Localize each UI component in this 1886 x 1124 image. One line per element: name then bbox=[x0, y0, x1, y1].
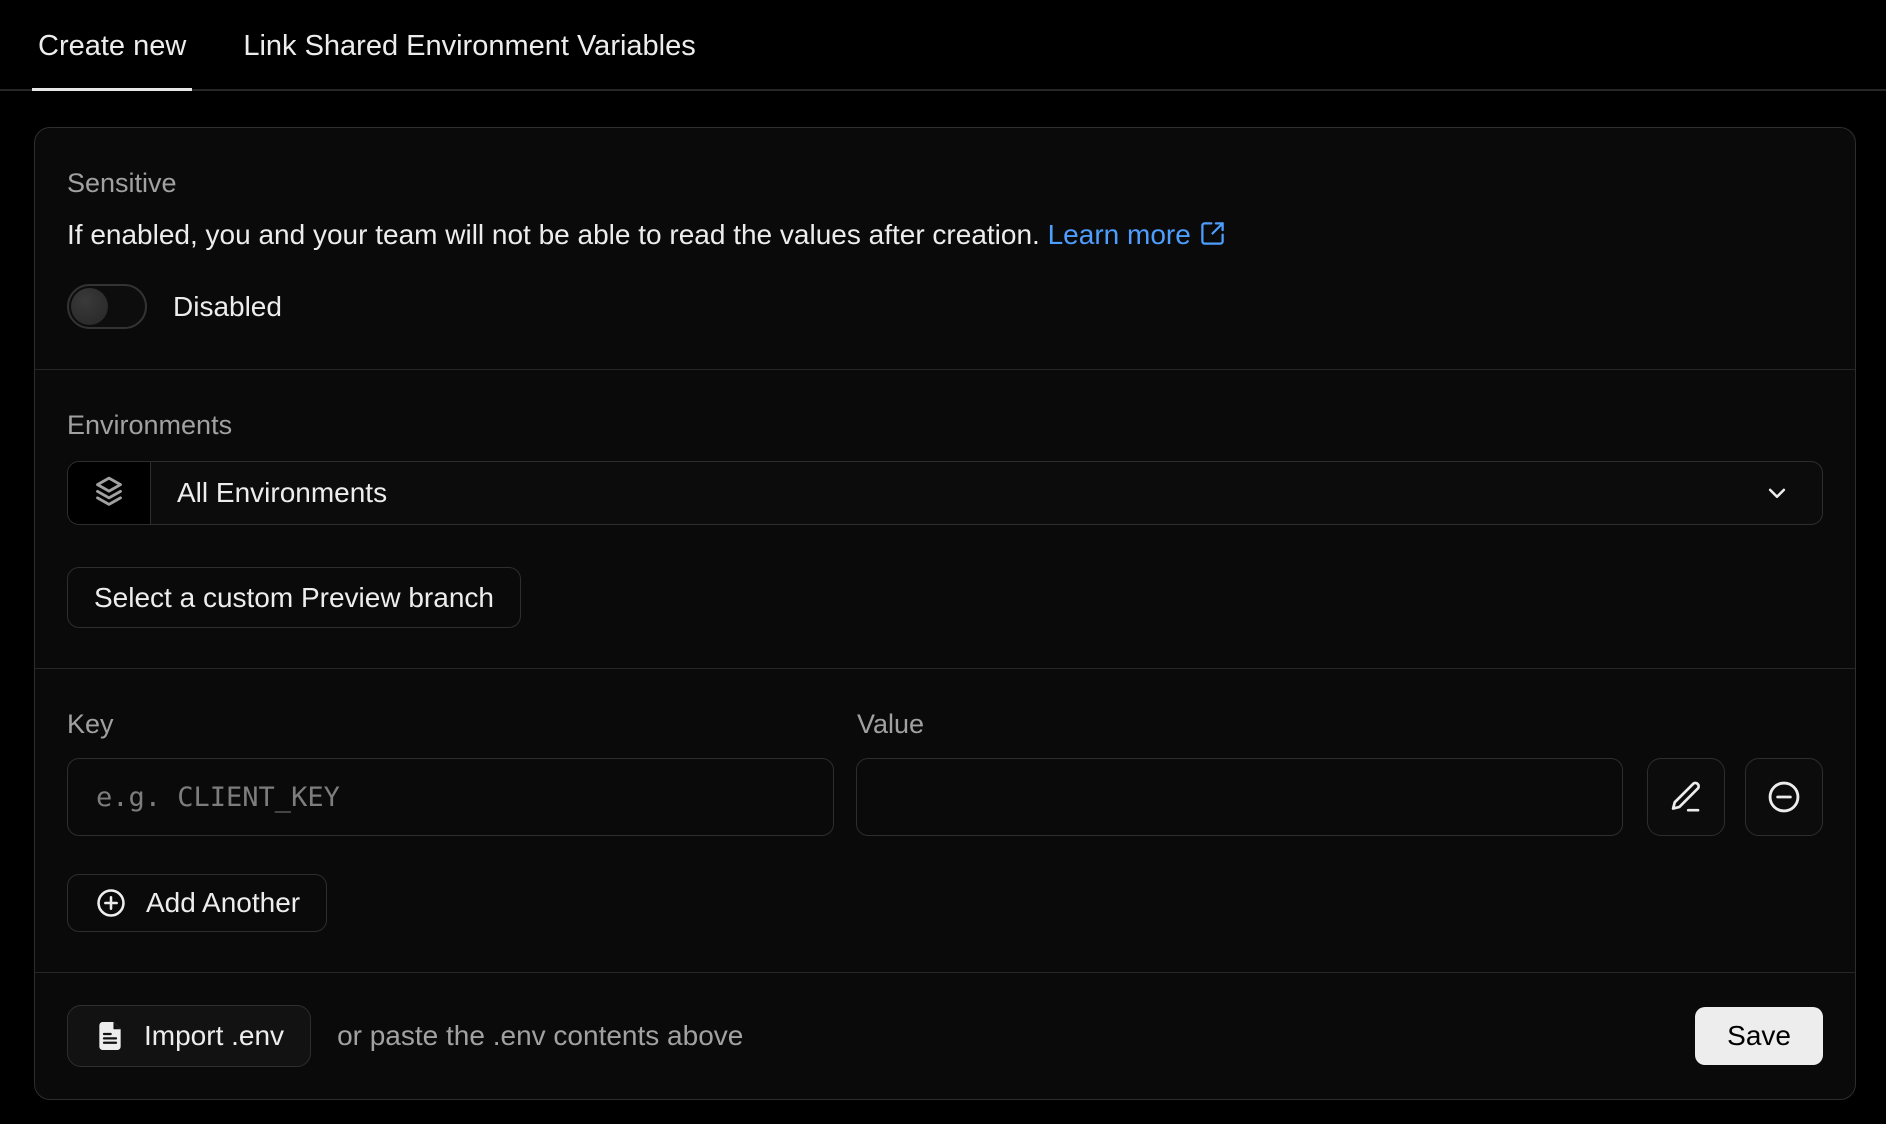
plus-circle-icon bbox=[94, 886, 128, 920]
save-button[interactable]: Save bbox=[1695, 1007, 1823, 1065]
edit-value-button[interactable] bbox=[1647, 758, 1725, 836]
tab-create-new[interactable]: Create new bbox=[38, 0, 186, 89]
learn-more-link[interactable]: Learn more bbox=[1048, 219, 1226, 250]
chevron-down-icon bbox=[1762, 478, 1792, 508]
kv-labels-row: Key Value bbox=[67, 709, 1823, 740]
toggle-state-label: Disabled bbox=[173, 291, 282, 323]
key-label: Key bbox=[67, 709, 857, 740]
file-text-icon bbox=[94, 1020, 126, 1052]
paste-hint-text: or paste the .env contents above bbox=[337, 1020, 1695, 1052]
value-input[interactable] bbox=[856, 758, 1623, 836]
sensitive-toggle-row: Disabled bbox=[67, 284, 1823, 329]
environments-selected-value: All Environments bbox=[177, 477, 1762, 509]
external-link-icon bbox=[1199, 220, 1226, 256]
tab-bar: Create new Link Shared Environment Varia… bbox=[0, 0, 1886, 91]
kv-input-row bbox=[67, 758, 1823, 836]
sensitive-label: Sensitive bbox=[67, 168, 1823, 199]
key-value-section: Key Value Add Another bbox=[35, 668, 1855, 972]
tab-link-shared-label: Link Shared Environment Variables bbox=[243, 30, 695, 62]
sensitive-description: If enabled, you and your team will not b… bbox=[67, 217, 1823, 256]
key-input[interactable] bbox=[67, 758, 834, 836]
environments-label: Environments bbox=[67, 410, 1823, 441]
tab-create-new-label: Create new bbox=[38, 30, 186, 62]
tab-link-shared[interactable]: Link Shared Environment Variables bbox=[243, 0, 695, 89]
active-tab-underline bbox=[32, 88, 192, 91]
toggle-knob bbox=[71, 288, 108, 325]
env-variable-form-panel: Sensitive If enabled, you and your team … bbox=[34, 127, 1856, 1100]
layers-stack-icon bbox=[89, 473, 129, 513]
select-icon-cell bbox=[68, 462, 151, 524]
sensitive-section: Sensitive If enabled, you and your team … bbox=[35, 128, 1855, 369]
import-env-button[interactable]: Import .env bbox=[67, 1005, 311, 1067]
add-another-button[interactable]: Add Another bbox=[67, 874, 327, 932]
form-footer: Import .env or paste the .env contents a… bbox=[35, 972, 1855, 1099]
sensitive-toggle[interactable] bbox=[67, 284, 147, 329]
minus-circle-icon bbox=[1765, 778, 1803, 816]
remove-row-button[interactable] bbox=[1745, 758, 1823, 836]
edit-pencil-icon bbox=[1668, 779, 1704, 815]
select-preview-branch-button[interactable]: Select a custom Preview branch bbox=[67, 567, 521, 628]
environments-select[interactable]: All Environments bbox=[67, 461, 1823, 525]
value-label: Value bbox=[857, 709, 924, 740]
environments-section: Environments All Environments Select a c… bbox=[35, 369, 1855, 668]
